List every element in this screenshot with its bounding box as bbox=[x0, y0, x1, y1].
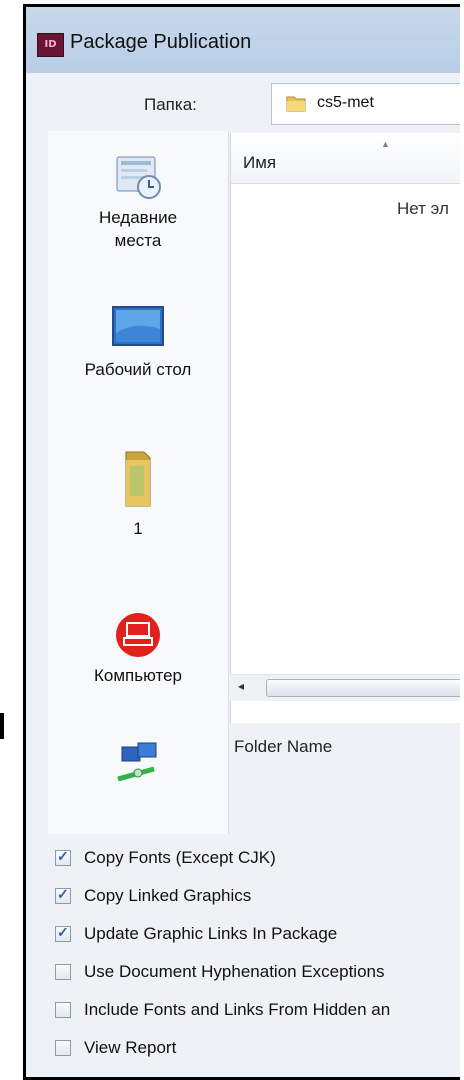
option-label: View Report bbox=[84, 1038, 177, 1057]
check-mark-icon: ✓ bbox=[57, 848, 69, 864]
copy-linked-graphics-checkbox[interactable]: ✓ bbox=[55, 886, 71, 904]
place-desktop[interactable]: Рабочий стол bbox=[48, 303, 228, 381]
folder-value: cs5-met bbox=[317, 94, 374, 111]
folder-name-label: Folder Name bbox=[234, 737, 333, 756]
copy-fonts-checkbox[interactable]: ✓ bbox=[55, 848, 71, 866]
folder-1-icon bbox=[125, 451, 151, 507]
folder-icon bbox=[286, 96, 306, 112]
folder-label: Папка: bbox=[144, 95, 197, 114]
indesign-app-icon: ID bbox=[37, 33, 64, 57]
check-mark-icon: ✓ bbox=[57, 924, 69, 940]
option-label: Use Document Hyphenation Exceptions bbox=[84, 962, 385, 981]
include-hidden-checkbox[interactable] bbox=[55, 1002, 71, 1018]
sort-arrow-icon: ▲ bbox=[381, 139, 390, 149]
update-graphic-links-checkbox[interactable]: ✓ bbox=[55, 924, 71, 942]
hyphenation-exceptions-checkbox[interactable] bbox=[55, 964, 71, 980]
scrollbar-thumb[interactable] bbox=[266, 679, 460, 697]
name-column-header[interactable]: ▲ Имя bbox=[231, 133, 460, 184]
place-recent[interactable]: Недавние места bbox=[48, 151, 228, 252]
network-icon bbox=[117, 742, 157, 782]
title-bar[interactable]: ID Package Publication bbox=[26, 7, 460, 73]
recent-places-icon bbox=[116, 156, 161, 199]
package-publication-dialog: ID Package Publication Папка: cs5-met Не… bbox=[23, 4, 460, 1080]
place-label: Недавние bbox=[98, 208, 178, 227]
horizontal-scrollbar[interactable]: ◂ bbox=[230, 674, 460, 701]
computer-icon bbox=[116, 613, 160, 657]
empty-list-message: Нет эл bbox=[397, 199, 449, 218]
places-bar: Недавние места Рабочий стол 1 Компьютер bbox=[48, 131, 229, 834]
window-title: Package Publication bbox=[70, 31, 252, 53]
option-label: Update Graphic Links In Package bbox=[84, 924, 338, 943]
place-computer[interactable]: Компьютер bbox=[48, 611, 228, 687]
folder-dropdown[interactable]: cs5-met bbox=[271, 83, 460, 125]
desktop-icon bbox=[112, 306, 164, 346]
check-mark-icon: ✓ bbox=[57, 886, 69, 902]
name-column-label: Имя bbox=[243, 153, 277, 172]
view-report-checkbox[interactable] bbox=[55, 1040, 71, 1056]
place-label: Компьютер bbox=[94, 666, 182, 685]
place-network[interactable] bbox=[48, 739, 228, 796]
place-label: Рабочий стол bbox=[84, 360, 192, 379]
option-label: Copy Fonts (Except CJK) bbox=[84, 848, 276, 867]
edge-marker bbox=[0, 713, 4, 739]
file-list[interactable]: ▲ Имя Нет эл bbox=[230, 133, 460, 723]
place-label: 1 bbox=[133, 519, 143, 538]
option-label: Include Fonts and Links From Hidden an bbox=[84, 1000, 391, 1019]
option-label: Copy Linked Graphics bbox=[84, 886, 252, 905]
place-label: места bbox=[114, 231, 162, 250]
place-folder-1[interactable]: 1 bbox=[48, 446, 228, 540]
scroll-left-arrow-icon[interactable]: ◂ bbox=[238, 679, 244, 693]
